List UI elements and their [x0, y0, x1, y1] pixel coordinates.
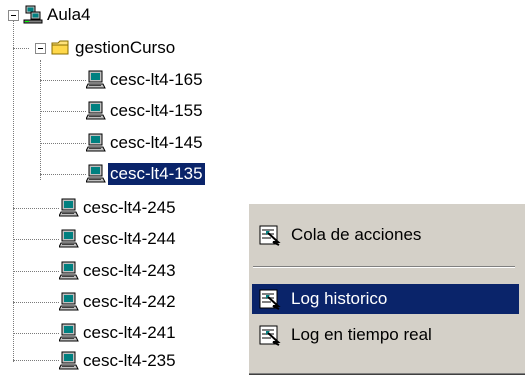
computer-icon: [58, 323, 79, 343]
menu-item-log-historico[interactable]: Log historico: [252, 284, 519, 314]
tree-node-computer[interactable]: cesc-lt4-145: [85, 131, 205, 155]
collapse-toggle-root[interactable]: [8, 10, 19, 21]
tree-node-computer-selected[interactable]: cesc-lt4-135: [85, 162, 205, 186]
actions-icon: [259, 224, 281, 246]
log-realtime-icon: [259, 324, 281, 346]
menu-item-log-en-tiempo-real[interactable]: Log en tiempo real: [252, 320, 519, 350]
tree-node-group[interactable]: gestionCurso: [51, 36, 177, 60]
tree-node-computer[interactable]: cesc-lt4-155: [85, 99, 205, 123]
computer-icon: [58, 292, 79, 312]
tree-node-computer[interactable]: cesc-lt4-235: [58, 349, 178, 373]
tree-node-label: cesc-lt4-155: [110, 101, 203, 120]
tree-node-label: cesc-lt4-235: [83, 351, 176, 370]
tree-node-label: cesc-lt4-145: [110, 133, 203, 152]
computer-icon: [58, 351, 79, 371]
computer-icon: [58, 261, 79, 281]
tree-line: [13, 333, 59, 334]
menu-item-label: Log en tiempo real: [291, 325, 432, 344]
tree-line: [13, 271, 59, 272]
tree-node-label: cesc-lt4-165: [110, 70, 203, 89]
tree-node-label: cesc-lt4-135: [108, 163, 205, 185]
tree-line: [40, 174, 86, 175]
tree-node-label: cesc-lt4-245: [83, 198, 176, 217]
tree-node-label: gestionCurso: [75, 38, 176, 57]
tree-line: [13, 20, 14, 362]
tree-node-label: cesc-lt4-243: [83, 261, 176, 280]
computer-icon: [85, 164, 106, 184]
computer-icon: [58, 229, 79, 249]
folder-icon: [51, 38, 71, 58]
menu-item-label: Cola de acciones: [291, 225, 422, 244]
computer-icon: [85, 133, 106, 153]
menu-separator: [253, 266, 515, 268]
collapse-toggle-group[interactable]: [35, 43, 46, 54]
computer-icon: [58, 198, 79, 218]
tree-line: [13, 48, 29, 49]
tree-node-computer[interactable]: cesc-lt4-241: [58, 321, 178, 345]
computer-icon: [85, 101, 106, 121]
tree-node-root[interactable]: Aula4: [23, 3, 92, 27]
tree-node-label: Aula4: [47, 5, 91, 24]
tree-line: [40, 111, 86, 112]
tree-node-computer[interactable]: cesc-lt4-245: [58, 196, 178, 220]
menu-item-label: Log historico: [291, 289, 388, 308]
tree-line: [40, 143, 86, 144]
menu-item-cola-de-acciones[interactable]: Cola de acciones: [252, 220, 519, 250]
tree-line: [13, 208, 59, 209]
tree-line: [13, 302, 59, 303]
tree-node-computer[interactable]: cesc-lt4-244: [58, 227, 178, 251]
computer-icon: [85, 70, 106, 90]
tree-node-label: cesc-lt4-244: [83, 229, 176, 248]
tree-line: [40, 80, 86, 81]
tree-node-label: cesc-lt4-242: [83, 292, 176, 311]
tree-node-computer[interactable]: cesc-lt4-243: [58, 259, 178, 283]
log-history-icon: [259, 288, 281, 310]
tree-line: [13, 360, 59, 361]
network-group-icon: [23, 5, 43, 25]
tree-line: [40, 60, 41, 180]
tree-node-computer[interactable]: cesc-lt4-165: [85, 68, 205, 92]
tree-line: [13, 239, 59, 240]
tree-node-label: cesc-lt4-241: [83, 323, 176, 342]
tree-node-computer[interactable]: cesc-lt4-242: [58, 290, 178, 314]
context-menu: Cola de acciones Log historico Log en ti…: [248, 203, 525, 374]
